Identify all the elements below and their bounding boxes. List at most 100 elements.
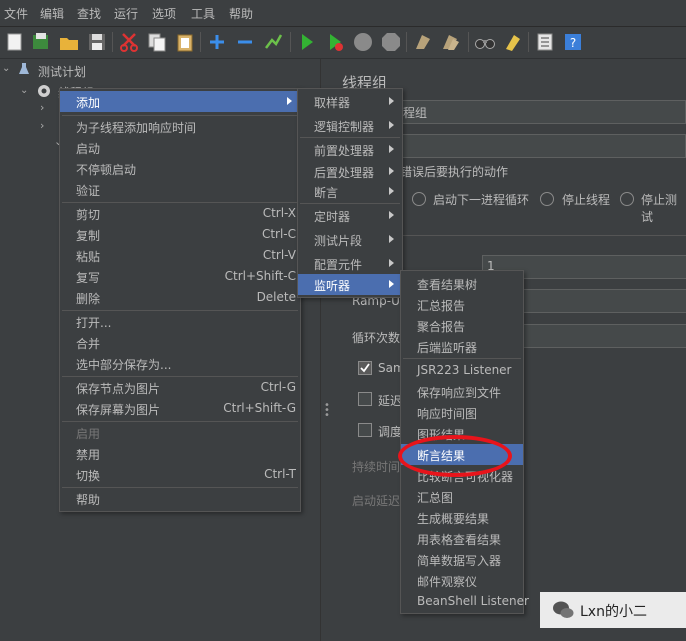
menu-item-start-no-pause[interactable]: 不停顿启动 <box>60 158 300 179</box>
submenu-item-post-processor[interactable]: 后置处理器 <box>298 161 402 182</box>
menu-options[interactable]: 选项 <box>152 5 176 22</box>
help-icon[interactable]: ? <box>562 31 584 53</box>
error-action-label: 错误后要执行的动作 <box>400 165 509 179</box>
listener-item-jsr223[interactable]: JSR223 Listener <box>401 360 523 381</box>
menu-edit[interactable]: 编辑 <box>40 5 64 22</box>
submenu-item-config-element[interactable]: 配置元件 <box>298 253 402 274</box>
submenu-item-sampler[interactable]: 取样器 <box>298 91 402 112</box>
shutdown-icon[interactable] <box>380 31 402 53</box>
menu-item-disable[interactable]: 禁用 <box>60 443 300 464</box>
name-field-value: 程组 <box>403 106 428 120</box>
listener-item-beanshell-listener[interactable]: BeanShell Listener <box>401 591 529 612</box>
cut-icon[interactable] <box>118 31 140 53</box>
menu-item-add-response-time[interactable]: 为子线程添加响应时间 <box>60 116 300 137</box>
toggle-icon[interactable] <box>262 31 284 53</box>
menu-item-merge[interactable]: 合并 <box>60 332 300 353</box>
submenu-item-timer[interactable]: 定时器 <box>298 205 402 226</box>
submenu-item-test-fragment[interactable]: 测试片段 <box>298 229 402 250</box>
menu-item-copy[interactable]: 复制 Ctrl-C <box>60 224 300 245</box>
menu-separator <box>300 203 400 204</box>
menu-tools[interactable]: 工具 <box>191 5 215 22</box>
submenu-item-listener[interactable]: 监听器 <box>298 274 402 295</box>
listener-item-view-results-table[interactable]: 用表格查看结果 <box>401 528 523 549</box>
clear-icon[interactable] <box>412 31 434 53</box>
listener-item-response-time-graph[interactable]: 响应时间图 <box>401 402 523 423</box>
menu-item-duplicate[interactable]: 复写 Ctrl+Shift-C <box>60 266 300 287</box>
reset-search-icon[interactable] <box>502 31 524 53</box>
menu-help[interactable]: 帮助 <box>229 5 253 22</box>
menu-item-open[interactable]: 打开... <box>60 311 300 332</box>
menu-item-save-screen-image[interactable]: 保存屏幕为图片 Ctrl+Shift-G <box>60 398 300 419</box>
menu-separator <box>300 137 400 138</box>
listener-item-view-results-tree[interactable]: 查看结果树 <box>401 273 523 294</box>
expand-arrow-icon[interactable]: ⌄ <box>20 85 28 96</box>
expand-arrow-icon[interactable]: ⌄ <box>2 63 10 74</box>
chevron-right-icon <box>389 211 394 219</box>
listener-item-summary-report[interactable]: 汇总报告 <box>401 294 523 315</box>
loop-count-label: 循环次数 <box>352 331 401 345</box>
listener-item-save-responses[interactable]: 保存响应到文件 <box>401 381 523 402</box>
start-no-pause-icon[interactable] <box>324 31 346 53</box>
add-icon[interactable] <box>206 31 228 53</box>
open-icon[interactable] <box>58 31 80 53</box>
search-icon[interactable] <box>474 31 496 53</box>
toolbar-separator <box>112 32 113 52</box>
radio-stop-test[interactable] <box>620 192 634 206</box>
menu-item-paste[interactable]: 粘贴 Ctrl-V <box>60 245 300 266</box>
toolbar-separator <box>406 32 407 52</box>
radio-next-loop-label: 启动下一进程循环 <box>433 193 530 207</box>
radio-next-loop[interactable] <box>412 192 426 206</box>
submenu-item-pre-processor[interactable]: 前置处理器 <box>298 139 402 160</box>
menu-item-add[interactable]: 添加 <box>60 91 300 112</box>
menu-item-save-selection[interactable]: 选中部分保存为... <box>60 353 300 374</box>
chevron-right-icon <box>389 121 394 129</box>
start-icon[interactable] <box>296 31 318 53</box>
radio-stop-thread[interactable] <box>540 192 554 206</box>
submenu-item-logic-controller[interactable]: 逻辑控制器 <box>298 115 402 136</box>
menu-item-help[interactable]: 帮助 <box>60 488 300 509</box>
gear-icon <box>36 83 52 99</box>
menu-item-start[interactable]: 启动 <box>60 137 300 158</box>
chevron-right-icon[interactable]: › <box>40 119 44 132</box>
toolbar-separator <box>528 32 529 52</box>
delay-checkbox[interactable] <box>358 392 372 406</box>
test-plan-icon <box>18 63 30 75</box>
menu-search[interactable]: 查找 <box>77 5 101 22</box>
listener-item-aggregate-report[interactable]: 聚合报告 <box>401 315 523 336</box>
listener-item-generate-summary[interactable]: 生成概要结果 <box>401 507 523 528</box>
clear-all-icon[interactable] <box>440 31 462 53</box>
stop-icon[interactable] <box>352 31 374 53</box>
paste-icon[interactable] <box>174 31 196 53</box>
listener-item-summary-graph[interactable]: 汇总图 <box>401 486 523 507</box>
tree-node-test-plan[interactable]: 测试计划 <box>38 63 86 80</box>
menu-item-delete[interactable]: 删除 Delete <box>60 287 300 308</box>
menu-run[interactable]: 运行 <box>114 5 138 22</box>
listener-item-backend-listener[interactable]: 后端监听器 <box>401 336 523 357</box>
submenu-item-assertion[interactable]: 断言 <box>298 181 402 202</box>
chevron-right-icon <box>389 187 394 195</box>
menu-item-validate[interactable]: 验证 <box>60 179 300 200</box>
listener-item-simple-data-writer[interactable]: 简单数据写入器 <box>401 549 523 570</box>
chevron-right-icon <box>389 97 394 105</box>
menu-item-save-node-image[interactable]: 保存节点为图片 Ctrl-G <box>60 377 300 398</box>
menu-item-cut[interactable]: 剪切 Ctrl-X <box>60 203 300 224</box>
templates-icon[interactable] <box>30 31 52 53</box>
watermark-bg: Lxn的小二 <box>540 592 686 628</box>
chevron-right-icon <box>287 97 292 105</box>
jmeter-window: 文件 编辑 查找 运行 选项 工具 帮助 ? ⌄ 测试计划 ⌄ › › • • … <box>0 0 686 641</box>
save-icon[interactable] <box>86 31 108 53</box>
new-icon[interactable] <box>4 31 26 53</box>
remove-icon[interactable] <box>234 31 256 53</box>
menu-item-toggle[interactable]: 切换 Ctrl-T <box>60 464 300 485</box>
chevron-right-icon[interactable]: › <box>40 101 44 114</box>
menu-item-enable: 启用 <box>76 427 101 441</box>
same-user-checkbox[interactable] <box>358 361 372 375</box>
duration-label: 持续时间 <box>352 460 401 474</box>
copy-icon[interactable] <box>146 31 168 53</box>
listener-item-mailer-visualizer[interactable]: 邮件观察仪 <box>401 570 523 591</box>
function-helper-icon[interactable] <box>534 31 556 53</box>
chevron-right-icon <box>389 145 394 153</box>
menu-file[interactable]: 文件 <box>4 5 28 22</box>
scheduler-checkbox[interactable] <box>358 423 372 437</box>
radio-stop-thread-label: 停止线程 <box>562 193 611 207</box>
